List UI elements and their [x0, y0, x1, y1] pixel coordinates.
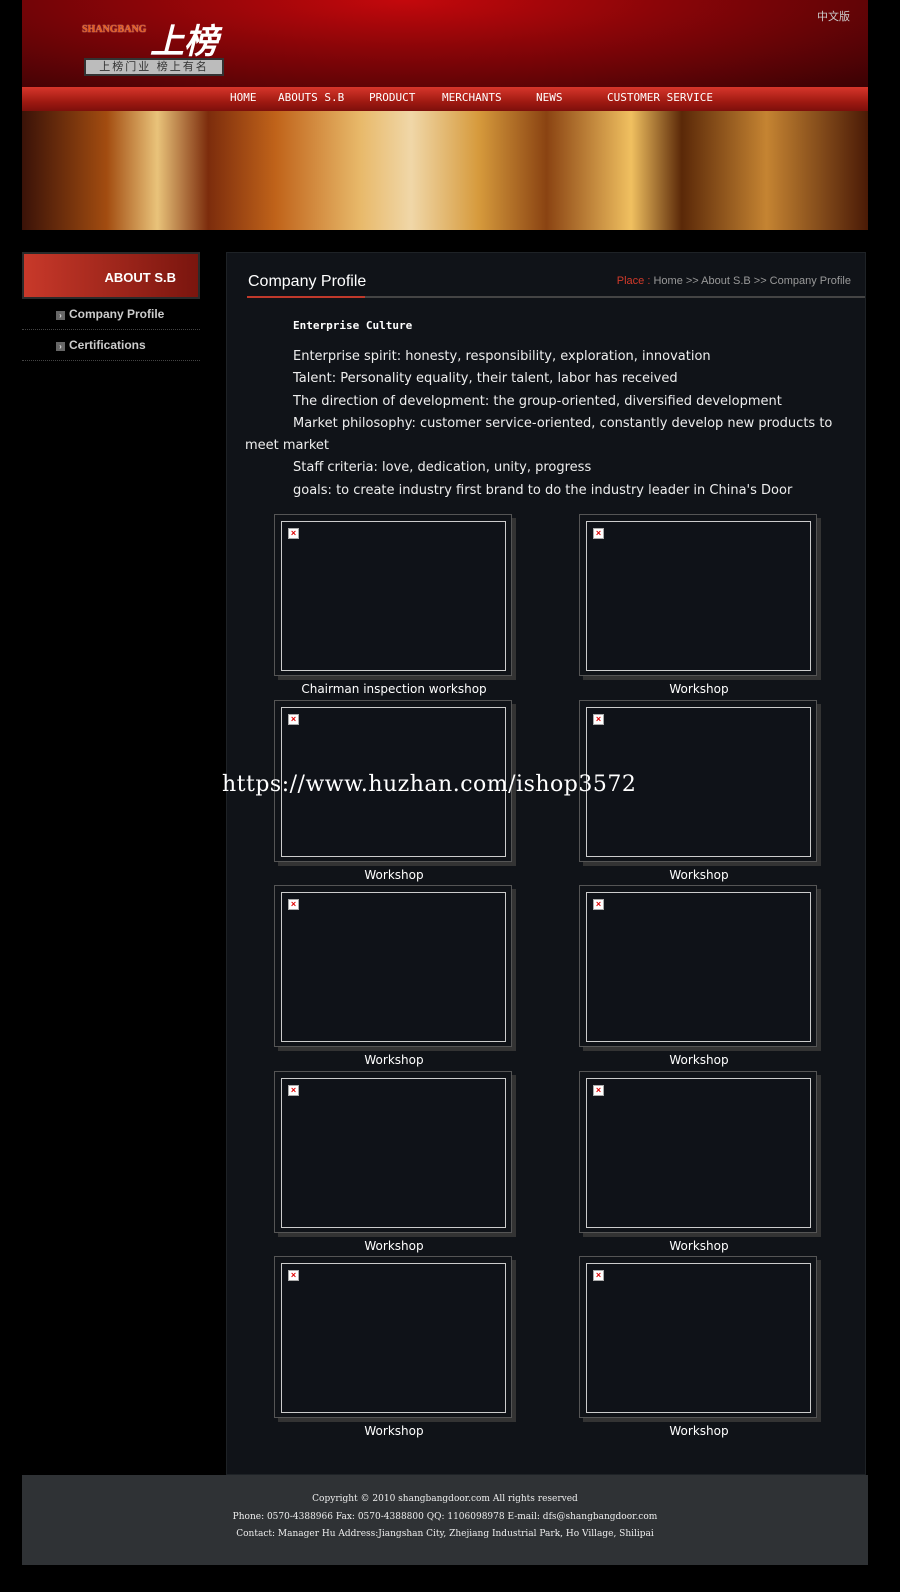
- main-nav: HOME ABOUTS S.B PRODUCT MERCHANTS NEWS C…: [22, 87, 868, 111]
- nav-product[interactable]: PRODUCT: [369, 87, 442, 111]
- sidebar: ABOUT S.B › Company Profile › Certificatio…: [22, 252, 200, 361]
- logo-cn: 上榜: [150, 22, 218, 62]
- photo-caption: Workshop: [669, 867, 729, 882]
- address-line: Contact: Manager Hu Address:Jiangshan Ci…: [236, 1529, 654, 1539]
- breadcrumb-path: Home >> About S.B >> Company Profile: [653, 275, 851, 287]
- paragraph: Enterprise spirit: honesty, responsibili…: [293, 349, 711, 364]
- broken-image-icon: ×: [288, 528, 299, 539]
- photo-caption: Workshop: [364, 1053, 424, 1067]
- broken-image-icon: ×: [593, 1270, 604, 1281]
- paragraph: Staff criteria: love, dedication, unity,…: [293, 460, 592, 476]
- banner-image: [22, 111, 868, 230]
- gallery-item[interactable]: × Workshop: [274, 1256, 519, 1441]
- photo-caption: Chairman inspection workshop: [301, 682, 487, 696]
- photo-image[interactable]: ×: [281, 1077, 506, 1228]
- photo-image[interactable]: ×: [586, 1263, 811, 1413]
- contact-line: Phone: 0570-4388966 Fax: 0570-4388800 QQ…: [232, 1511, 658, 1522]
- header: SHANGBANG 上榜 上榜门业 榜上有名 中文版: [22, 0, 868, 87]
- gallery-item[interactable]: × Workshop: [579, 885, 824, 1070]
- paragraph: Market philosophy: customer service-orie…: [245, 415, 833, 454]
- photo-caption: Workshop: [669, 1424, 729, 1438]
- photo-frame: ×: [274, 885, 512, 1047]
- nav-home[interactable]: HOME: [230, 87, 278, 111]
- breadcrumb-place: Place :: [616, 275, 651, 287]
- broken-image-icon: ×: [593, 528, 604, 539]
- paragraph: Talent: Personality equality, their tale…: [293, 371, 678, 387]
- photo-image[interactable]: ×: [586, 892, 811, 1042]
- photo-caption: Workshop: [364, 1424, 424, 1438]
- nav-about[interactable]: ABOUTS S.B: [278, 87, 369, 111]
- photo-caption: Workshop: [669, 1053, 729, 1067]
- broken-image-icon: ×: [593, 899, 604, 910]
- culture-text: Enterprise spirit: honesty, responsibili…: [245, 346, 845, 502]
- paragraph: The direction of development: the group-…: [293, 393, 782, 409]
- copyright: Copyright © 2010 shangbangdoor.com All r…: [312, 1494, 578, 1504]
- breadcrumb: Place : Home >> About S.B >> Company Pro…: [617, 275, 851, 287]
- page-title: Company Profile: [248, 273, 367, 290]
- photo-image[interactable]: ×: [281, 521, 506, 671]
- gallery-item[interactable]: × Workshop: [579, 1256, 824, 1441]
- photo-frame: ×: [579, 514, 817, 676]
- photo-frame: ×: [579, 1070, 817, 1233]
- broken-image-icon: ×: [288, 1270, 299, 1281]
- photo-image[interactable]: ×: [281, 1263, 506, 1413]
- gallery-item[interactable]: × Workshop: [579, 514, 824, 699]
- broken-image-icon: ×: [288, 713, 299, 725]
- broken-image-icon: ×: [593, 713, 604, 725]
- gallery-item[interactable]: × Workshop: [579, 1070, 824, 1256]
- broken-image-icon: ×: [593, 1084, 604, 1096]
- photo-caption: Workshop: [364, 1238, 424, 1253]
- arrow-icon: ›: [56, 342, 65, 351]
- logo-slogan: 上榜门业 榜上有名: [84, 58, 224, 76]
- footer: Copyright © 2010 shangbangdoor.com All r…: [22, 1475, 868, 1565]
- photo-frame: ×: [274, 514, 512, 676]
- logo-en: SHANGBANG: [82, 24, 147, 35]
- photo-caption: Workshop: [669, 1238, 729, 1253]
- photo-frame: ×: [579, 885, 817, 1047]
- photo-frame: ×: [579, 1256, 817, 1418]
- photo-frame: ×: [274, 1070, 512, 1233]
- sidebar-item-certifications[interactable]: › Certifications: [22, 330, 200, 361]
- broken-image-icon: ×: [288, 1084, 299, 1096]
- gallery-item[interactable]: × Chairman inspection workshop: [274, 514, 519, 699]
- photo-frame: ×: [274, 1256, 512, 1418]
- nav-news[interactable]: NEWS: [536, 87, 607, 111]
- photo-caption: Workshop: [669, 682, 729, 696]
- language-link[interactable]: 中文版: [817, 8, 850, 24]
- nav-customer-service[interactable]: CUSTOMER SERVICE: [607, 87, 713, 111]
- title-divider: [247, 296, 865, 298]
- sidebar-item-label: Certifications: [69, 338, 146, 352]
- logo[interactable]: SHANGBANG 上榜 上榜门业 榜上有名: [82, 10, 227, 80]
- photo-caption: Workshop: [364, 867, 424, 882]
- sidebar-heading: ABOUT S.B: [22, 252, 200, 299]
- gallery-item[interactable]: × Workshop: [274, 1070, 519, 1256]
- photo-image[interactable]: ×: [281, 892, 506, 1042]
- gallery-item[interactable]: × Workshop: [274, 885, 519, 1070]
- paragraph: goals: to create industry first brand to…: [293, 482, 793, 498]
- broken-image-icon: ×: [288, 899, 299, 910]
- content-panel: Company Profile Place : Home >> About S.…: [226, 252, 866, 1475]
- arrow-icon: ›: [56, 311, 65, 320]
- sidebar-item-label: Company Profile: [69, 307, 165, 321]
- photo-image[interactable]: ×: [586, 1077, 811, 1228]
- photo-image[interactable]: ×: [586, 521, 811, 671]
- watermark: https://www.huzhan.com/ishop3572: [222, 772, 637, 797]
- section-heading: Enterprise Culture: [293, 319, 413, 332]
- nav-merchants[interactable]: MERCHANTS: [442, 87, 536, 111]
- sidebar-item-company-profile[interactable]: › Company Profile: [22, 299, 200, 330]
